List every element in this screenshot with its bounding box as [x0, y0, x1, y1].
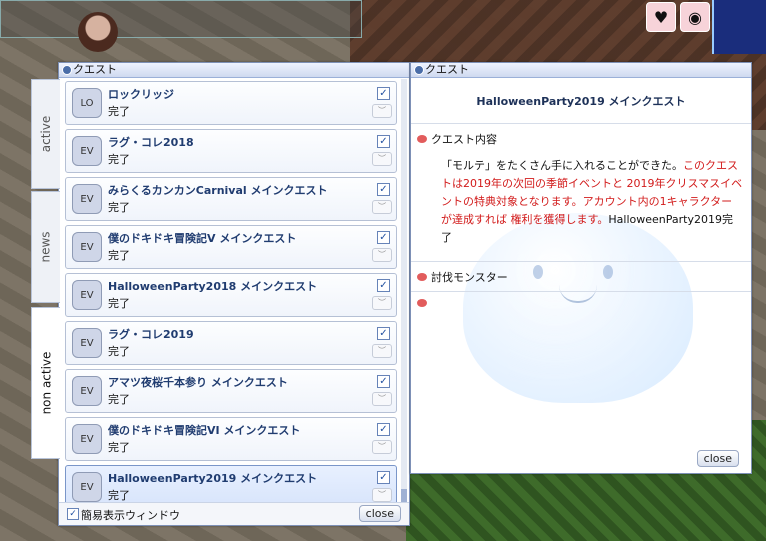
quest-checkbox[interactable]: ✓: [377, 87, 390, 100]
quest-checkbox[interactable]: ✓: [377, 183, 390, 196]
quest-status: 完了: [108, 489, 130, 502]
quest-item[interactable]: EV 僕のドキドキ冒険記V メインクエスト 完了 ✓ ︶: [65, 225, 397, 269]
quest-item[interactable]: LO ロックリッジ 完了 ✓ ︶: [65, 81, 397, 125]
quest-checkbox[interactable]: ✓: [377, 327, 390, 340]
quest-view-icon[interactable]: ︶: [372, 104, 392, 118]
tab-non-active[interactable]: non active: [31, 307, 60, 459]
quest-name: 僕のドキドキ冒険記VI メインクエスト: [108, 424, 301, 437]
quest-detail-window: クエスト HalloweenParty2019 メインクエスト クエスト内容 「…: [410, 62, 752, 474]
quest-status: 完了: [108, 105, 130, 118]
desc-text-black: 「モルテ」をたくさん手に入れることができた。: [441, 159, 683, 172]
buff-heart-icon: ♥: [646, 2, 676, 32]
quest-list-titlebar[interactable]: クエスト: [59, 63, 409, 78]
quest-checkbox[interactable]: ✓: [377, 231, 390, 244]
quest-view-icon[interactable]: ︶: [372, 440, 392, 454]
close-button[interactable]: close: [358, 505, 401, 522]
divider: [411, 291, 751, 292]
quest-checkbox[interactable]: ✓: [377, 279, 390, 292]
quest-type-icon: EV: [72, 232, 102, 262]
quest-status: 完了: [108, 153, 130, 166]
quest-name: 僕のドキドキ冒険記V メインクエスト: [108, 232, 297, 245]
quest-type-icon: EV: [72, 184, 102, 214]
quest-view-icon[interactable]: ︶: [372, 344, 392, 358]
quest-view-icon[interactable]: ︶: [372, 152, 392, 166]
window-menu-icon[interactable]: [414, 65, 424, 75]
quest-type-icon: EV: [72, 424, 102, 454]
minimap[interactable]: [712, 0, 766, 54]
quest-detail-titlebar[interactable]: クエスト: [411, 63, 751, 78]
divider: [411, 123, 751, 124]
quest-name: ラグ・コレ2018: [108, 136, 194, 149]
quest-detail-title: クエスト: [425, 63, 469, 76]
quest-type-icon: EV: [72, 472, 102, 502]
quest-status: 完了: [108, 393, 130, 406]
tab-active[interactable]: active: [31, 79, 60, 189]
quest-item[interactable]: EV ラグ・コレ2019 完了 ✓ ︶: [65, 321, 397, 365]
quest-checkbox[interactable]: ✓: [377, 471, 390, 484]
quest-type-icon: EV: [72, 280, 102, 310]
quest-description: 「モルテ」をたくさん手に入れることができた。このクエストは2019年の次回の季節…: [441, 157, 743, 247]
tab-news[interactable]: news: [31, 191, 60, 303]
quest-content-header: クエスト内容: [431, 133, 497, 146]
quest-view-icon[interactable]: ︶: [372, 248, 392, 262]
quest-view-icon[interactable]: ︶: [372, 296, 392, 310]
monster-header: 討伐モンスター: [431, 271, 508, 284]
quest-name: HalloweenParty2018 メインクエスト: [108, 280, 318, 293]
player-character[interactable]: [78, 12, 118, 52]
slime-mouth: [559, 285, 597, 303]
quest-item[interactable]: EV みらくるカンカンCarnival メインクエスト 完了 ✓ ︶: [65, 177, 397, 221]
buff-food-icon: ◉: [680, 2, 710, 32]
quest-checkbox[interactable]: ✓: [377, 375, 390, 388]
simple-display-label: 簡易表示ウィンドウ: [81, 509, 180, 522]
quest-status: 完了: [108, 297, 130, 310]
quest-detail-heading: HalloweenParty2019 メインクエスト: [476, 95, 686, 108]
window-menu-icon[interactable]: [62, 65, 72, 75]
simple-display-checkbox[interactable]: ✓: [67, 508, 79, 520]
bullet-icon: [417, 273, 427, 281]
quest-status: 完了: [108, 345, 130, 358]
slime-eye: [603, 265, 613, 279]
quest-status: 完了: [108, 201, 130, 214]
slime-eye: [533, 265, 543, 279]
scrollbar-thumb[interactable]: [401, 489, 407, 503]
quest-name: ロックリッジ: [108, 88, 174, 101]
quest-content-section: クエスト内容: [417, 131, 497, 147]
quest-type-icon: LO: [72, 88, 102, 118]
quest-item[interactable]: EV アマツ夜桜千本参り メインクエスト 完了 ✓ ︶: [65, 369, 397, 413]
quest-checkbox[interactable]: ✓: [377, 135, 390, 148]
quest-name: ラグ・コレ2019: [108, 328, 194, 341]
chat-window-frame[interactable]: [0, 0, 362, 38]
quest-list-scrollbar[interactable]: [401, 79, 407, 505]
quest-item[interactable]: EV 僕のドキドキ冒険記VI メインクエスト 完了 ✓ ︶: [65, 417, 397, 461]
quest-name: アマツ夜桜千本参り メインクエスト: [108, 376, 288, 389]
quest-list-title: クエスト: [73, 63, 117, 76]
quest-view-icon[interactable]: ︶: [372, 200, 392, 214]
quest-status: 完了: [108, 441, 130, 454]
quest-view-icon[interactable]: ︶: [372, 392, 392, 406]
quest-name: みらくるカンカンCarnival メインクエスト: [108, 184, 328, 197]
quest-view-icon[interactable]: ︶: [372, 488, 392, 502]
quest-name: HalloweenParty2019 メインクエスト: [108, 472, 318, 485]
monster-list: [417, 299, 427, 307]
bullet-icon: [417, 135, 427, 143]
quest-checkbox[interactable]: ✓: [377, 423, 390, 436]
status-icons: ♥ ◉: [646, 2, 710, 32]
quest-type-icon: EV: [72, 136, 102, 166]
monster-section: 討伐モンスター: [417, 269, 508, 285]
quest-list-window: クエスト active news non active LO ロックリッジ 完了…: [31, 62, 410, 526]
quest-type-icon: EV: [72, 376, 102, 406]
bullet-icon: [417, 299, 427, 307]
quest-status: 完了: [108, 249, 130, 262]
close-button[interactable]: close: [696, 450, 739, 467]
quest-item[interactable]: EV HalloweenParty2018 メインクエスト 完了 ✓ ︶: [65, 273, 397, 317]
quest-list-footer: ✓ 簡易表示ウィンドウ close: [59, 502, 409, 525]
divider: [411, 261, 751, 262]
quest-type-icon: EV: [72, 328, 102, 358]
quest-item[interactable]: EV ラグ・コレ2018 完了 ✓ ︶: [65, 129, 397, 173]
quest-list: LO ロックリッジ 完了 ✓ ︶ EV ラグ・コレ2018 完了 ✓ ︶ EV …: [65, 81, 397, 513]
